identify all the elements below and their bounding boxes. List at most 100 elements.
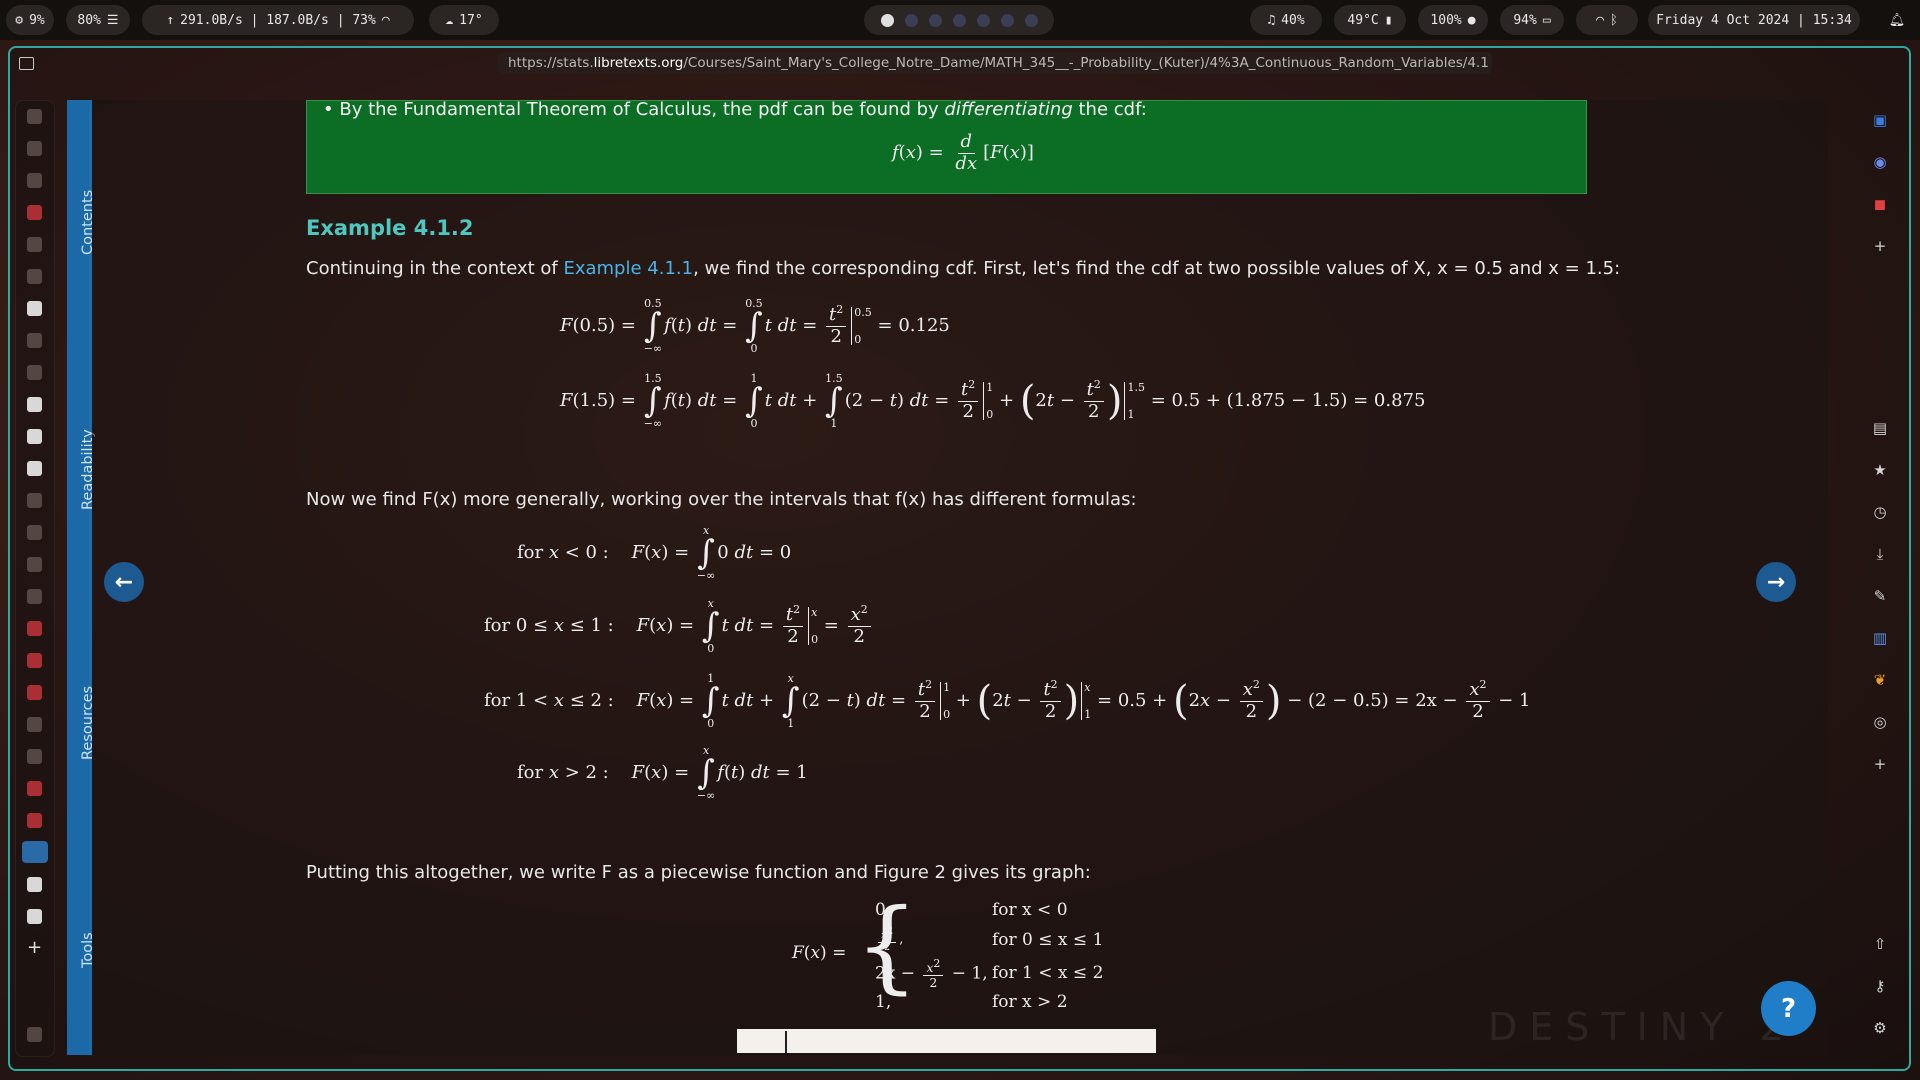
piecewise-cond-2: for 0 ≤ x ≤ 1 [992,930,1104,950]
terminal-icon[interactable]: ▣ [1872,112,1888,128]
piecewise-paragraph: Putting this altogether, we write F as a… [306,862,1091,883]
piecewise-cond-3: for 1 < x ≤ 2 [992,963,1104,983]
case-x-gt-2: for x > 2 : F(x) = x ∫ −∞ f(t) dt = 1 [517,744,808,802]
workspace-switcher[interactable] [864,5,1054,35]
leaf-icon[interactable]: ❦ [1872,672,1888,688]
tab-icon[interactable] [27,205,42,220]
tab-icon[interactable] [27,685,42,700]
key-icon[interactable]: ⚷ [1872,978,1888,994]
workspace-7[interactable] [1024,13,1038,27]
figure-2-graph [737,1029,1156,1053]
definition-box: • By the Fundamental Theorem of Calculus… [306,99,1587,194]
battery-indicator[interactable]: 94% ▭ [1500,5,1564,35]
history-icon[interactable]: ◷ [1872,504,1888,520]
document-icon[interactable] [27,333,42,348]
example-link[interactable]: Example 4.1.1 [563,258,693,279]
star-icon[interactable]: ★ [1872,462,1888,478]
network-indicator[interactable]: ↑ 291.0B/s | 187.0B/s | 73% ◠ [142,5,414,35]
tab-icon[interactable] [27,525,42,540]
game-icon[interactable]: ◼ [1872,196,1888,212]
battery-icon: ▭ [1542,12,1551,28]
case-x-lt-0: for x < 0 : F(x) = x ∫ −∞ 0 dt = 0 [517,524,792,582]
piecewise-value-1: 0, [875,900,892,920]
weather-indicator[interactable]: ☁ 17° [429,5,499,35]
url-bar[interactable]: https://stats. libretexts.org/Courses/Sai… [498,52,1492,74]
example-title: Example 4.1.2 [306,216,474,240]
tab-icon[interactable] [27,493,42,508]
thermometer-icon: ▮ [1384,12,1393,28]
extension-icon[interactable]: ◉ [1872,154,1888,170]
sidebar-toggle-icon[interactable] [19,57,34,70]
active-tab-icon[interactable] [22,841,48,863]
upload-icon: ↑ [166,12,175,28]
previous-page-arrow-icon[interactable]: ← [104,562,144,602]
workspace-1[interactable] [880,13,894,27]
workspace-4[interactable] [952,13,966,27]
tab-icon[interactable] [27,269,42,284]
zoom-indicator[interactable]: 100% ● [1418,5,1488,35]
workspace-2[interactable] [904,13,918,27]
case-1-to-2: for 1 < x ≤ 2 : F(x) = 1 ∫ 0 t dt + x ∫ 1 (2 −… [484,672,1531,730]
youtube-icon[interactable] [27,813,42,828]
wikipedia-icon[interactable] [27,877,42,892]
tab-icon[interactable] [27,653,42,668]
dot-icon: ● [1467,12,1476,28]
new-tab-plus-icon[interactable]: + [27,939,42,957]
download-icon[interactable]: ⤓ [1872,546,1888,562]
pencil-icon[interactable]: ✎ [1872,588,1888,604]
piecewise-value-4: 1, [875,992,892,1012]
cdf-eval-1-5: F(1.5) = 1.5 ∫ −∞ f(t) dt = 1 ∫ 0 t dt + 1.5 ∫ 1… [560,372,1426,430]
tab-icon[interactable] [27,365,42,380]
wifi-icon: ◠ [1596,12,1604,28]
browser-right-sidebar: ▣ ◉ ◼ + ▤ ★ ◷ ⤓ ✎ ▥ ❦ ◎ + ⇧ ⚷ ⚙ [1860,100,1900,1055]
shield-icon[interactable] [27,909,42,924]
notifications-bell-icon[interactable]: 🔔︎ [1880,5,1914,35]
trash-icon[interactable] [27,1027,42,1042]
add-icon[interactable]: + [1872,756,1888,772]
tab-strip: + [15,100,55,1057]
add-panel-icon[interactable]: + [1872,238,1888,254]
intro-paragraph: Continuing in the context of Example 4.1… [306,258,1621,279]
brightness-indicator[interactable]: 80% ☰ [66,5,130,35]
tab-icon[interactable] [27,237,42,252]
tab-icon[interactable] [27,141,42,156]
cloud-icon: ☁ [445,12,454,28]
cpu-indicator[interactable]: ⚙ 9% [6,5,54,35]
tab-icon[interactable] [27,749,42,764]
help-button[interactable]: ? [1761,981,1816,1036]
temperature-indicator[interactable]: 49°C ▮ [1334,5,1406,35]
tab-icon[interactable] [27,621,42,636]
tab-icon[interactable] [27,109,42,124]
headphones-icon: ♫ [1267,12,1276,28]
page-content-area [92,100,1828,1055]
share-icon[interactable]: ⇧ [1872,936,1888,952]
connectivity-indicator[interactable]: ◠ ᛒ [1576,5,1638,35]
youtube-icon[interactable] [27,781,42,796]
translate-icon[interactable]: ▥ [1872,630,1888,646]
tab-icon[interactable] [27,173,42,188]
workspace-5[interactable] [976,13,990,27]
wallet-icon[interactable]: ▤ [1872,420,1888,436]
tab-icon[interactable] [27,589,42,604]
settings-gear-icon[interactable]: ⚙ [1872,1020,1888,1036]
document-icon[interactable] [27,461,42,476]
general-paragraph: Now we find F(x) more generally, working… [306,489,1137,510]
cdf-eval-0-5: F(0.5) = 0.5 ∫ −∞ f(t) dt = 0.5 ∫ 0 t dt = t2 2… [560,297,950,355]
piecewise-cond-1: for x < 0 [992,900,1068,920]
piecewise-cond-4: for x > 2 [992,992,1068,1012]
wallpaper-watermark: DESTINY 2 [1488,1005,1796,1049]
document-icon[interactable] [27,301,42,316]
tab-icon[interactable] [27,557,42,572]
clock[interactable]: Friday 4 Oct 2024 | 15:34 [1648,5,1860,35]
tab-icon[interactable] [27,717,42,732]
shield-icon[interactable] [27,429,42,444]
globe-icon[interactable]: ◎ [1872,714,1888,730]
piecewise-value-2: x2 2, [875,924,903,954]
workspace-6[interactable] [1000,13,1014,27]
shield-icon[interactable] [27,397,42,412]
volume-indicator[interactable]: ♫ 40% [1250,5,1322,35]
next-page-arrow-icon[interactable]: → [1756,562,1796,602]
wifi-icon: ◠ [381,12,390,28]
piecewise-value-3: 2x − x2 2 − 1, [875,957,988,991]
workspace-3[interactable] [928,13,942,27]
